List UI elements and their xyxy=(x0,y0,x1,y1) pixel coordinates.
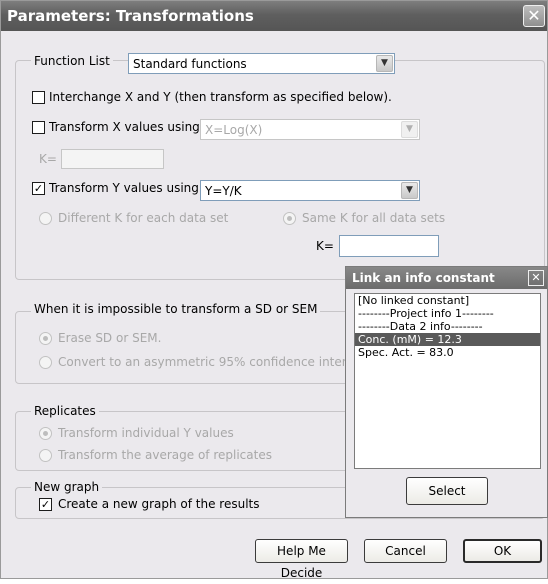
list-item-selected[interactable]: Conc. (mM) = 12.3 xyxy=(355,333,540,346)
chevron-down-icon: ▼ xyxy=(401,182,418,199)
same-k-label: Same K for all data sets xyxy=(302,211,446,225)
transform-y-select[interactable]: Y=Y/K ▼ xyxy=(200,180,420,201)
list-item[interactable]: --------Data 2 info-------- xyxy=(355,320,540,333)
window-title: Parameters: Transformations xyxy=(7,7,254,25)
new-graph-legend: New graph xyxy=(31,480,103,494)
chevron-down-icon: ▼ xyxy=(376,55,393,72)
cancel-button[interactable]: Cancel xyxy=(364,539,447,563)
interchange-label: Interchange X and Y (then transform as s… xyxy=(49,90,392,104)
replicates-legend: Replicates xyxy=(31,404,99,418)
chevron-down-icon: ▼ xyxy=(401,121,418,138)
transform-average-radio[interactable] xyxy=(39,449,52,462)
same-k-input[interactable] xyxy=(339,235,439,257)
same-k-radio[interactable] xyxy=(283,212,296,225)
transform-x-k-input[interactable] xyxy=(61,149,164,169)
list-item[interactable]: Spec. Act. = 83.0 xyxy=(355,346,540,359)
transform-x-k-label: K= xyxy=(39,152,57,166)
transform-x-label: Transform X values using xyxy=(49,120,200,134)
select-button[interactable]: Select xyxy=(406,477,488,505)
different-k-radio[interactable] xyxy=(39,212,52,225)
ok-button[interactable]: OK xyxy=(463,539,542,563)
erase-sd-radio[interactable] xyxy=(39,332,52,345)
new-graph-label: Create a new graph of the results xyxy=(58,497,260,511)
link-info-constant-popup: Link an info constant ✕ [No linked const… xyxy=(345,266,548,518)
info-constant-list[interactable]: [No linked constant] --------Project inf… xyxy=(354,293,541,469)
close-icon[interactable]: ✕ xyxy=(528,270,544,286)
transform-y-checkbox[interactable]: ✓ xyxy=(32,182,45,195)
function-list-label: Function List xyxy=(31,54,113,68)
help-me-decide-button[interactable]: Help Me Decide xyxy=(255,539,348,580)
erase-sd-label: Erase SD or SEM. xyxy=(58,331,162,345)
transform-average-label: Transform the average of replicates xyxy=(58,448,272,462)
function-list-select[interactable]: Standard functions ▼ xyxy=(128,53,395,74)
transformations-dialog: Parameters: Transformations ✕ Function L… xyxy=(0,0,548,580)
transform-x-select[interactable]: X=Log(X) ▼ xyxy=(200,119,420,140)
list-item[interactable]: --------Project info 1-------- xyxy=(355,307,540,320)
title-bar[interactable]: Parameters: Transformations ✕ xyxy=(1,1,547,31)
convert-ci-label: Convert to an asymmetric 95% confidence … xyxy=(58,355,369,369)
transform-y-label: Transform Y values using xyxy=(49,181,199,195)
transform-x-checkbox[interactable] xyxy=(32,121,45,134)
popup-title: Link an info constant xyxy=(352,271,495,285)
transform-individual-radio[interactable] xyxy=(39,427,52,440)
new-graph-checkbox[interactable]: ✓ xyxy=(39,498,52,511)
popup-title-bar[interactable]: Link an info constant ✕ xyxy=(346,267,547,289)
interchange-checkbox[interactable] xyxy=(32,91,45,104)
convert-ci-radio[interactable] xyxy=(39,356,52,369)
same-k-label-k: K= xyxy=(316,239,334,253)
different-k-label: Different K for each data set xyxy=(58,211,229,225)
sd-sem-legend: When it is impossible to transform a SD … xyxy=(31,302,321,316)
transform-individual-label: Transform individual Y values xyxy=(58,426,234,440)
list-item[interactable]: [No linked constant] xyxy=(355,294,540,307)
close-icon[interactable]: ✕ xyxy=(523,5,545,27)
